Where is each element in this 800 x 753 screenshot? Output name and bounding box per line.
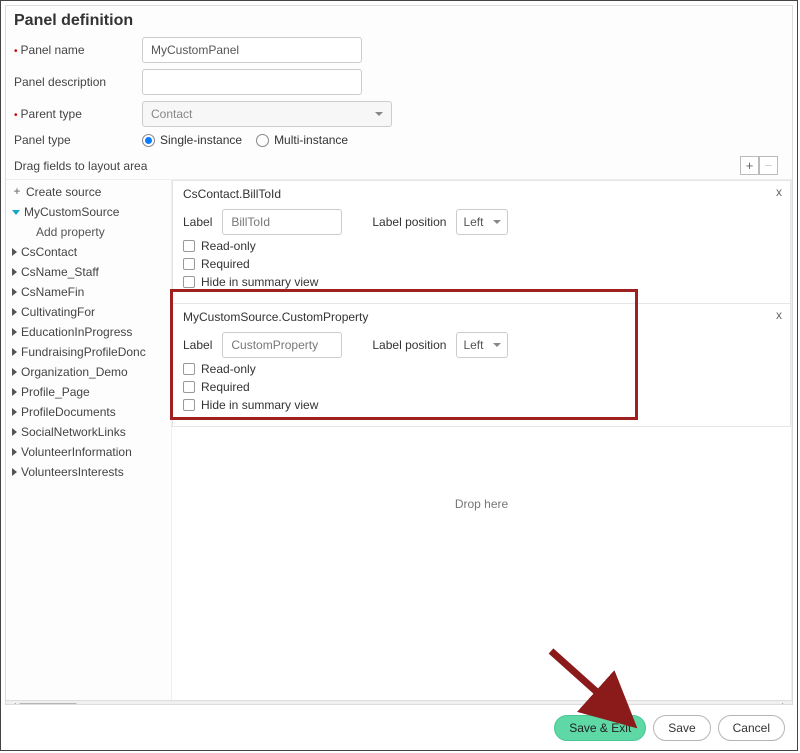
label-position-caption: Label position bbox=[372, 338, 446, 352]
label-caption: Label bbox=[183, 338, 212, 352]
label-position-select[interactable]: Left bbox=[456, 209, 508, 235]
radio-single-label: Single-instance bbox=[160, 133, 242, 147]
add-property-button[interactable]: Add property bbox=[6, 222, 171, 242]
required-checkbox[interactable]: Required bbox=[183, 380, 780, 394]
caret-right-icon bbox=[12, 388, 17, 396]
hide-summary-checkbox[interactable]: Hide in summary view bbox=[183, 398, 780, 412]
tree-item[interactable]: CultivatingFor bbox=[6, 302, 171, 322]
caret-right-icon bbox=[12, 348, 17, 356]
tree-item[interactable]: Profile_Page bbox=[6, 382, 171, 402]
caret-right-icon bbox=[12, 428, 17, 436]
caret-right-icon bbox=[12, 408, 17, 416]
readonly-checkbox[interactable]: Read-only bbox=[183, 362, 780, 376]
tree-item[interactable]: ProfileDocuments bbox=[6, 402, 171, 422]
tree-item[interactable]: CsNameFin bbox=[6, 282, 171, 302]
page-title: Panel definition bbox=[6, 6, 792, 34]
radio-single-instance[interactable]: Single-instance bbox=[142, 133, 242, 147]
field-title: CsContact.BillToId bbox=[183, 187, 780, 206]
add-column-button[interactable]: + bbox=[740, 156, 759, 175]
field-card[interactable]: x CsContact.BillToId Label Label positio… bbox=[172, 180, 791, 304]
parent-type-select[interactable]: Contact bbox=[142, 101, 392, 127]
radio-multi-label: Multi-instance bbox=[274, 133, 348, 147]
cancel-button[interactable]: Cancel bbox=[718, 715, 785, 741]
tree-item-mycustomsource[interactable]: MyCustomSource bbox=[6, 202, 171, 222]
scroll-right-icon[interactable]: ► bbox=[778, 701, 792, 706]
save-button[interactable]: Save bbox=[653, 715, 710, 741]
remove-field-button[interactable]: x bbox=[776, 308, 782, 322]
parent-type-label: Parent type bbox=[14, 107, 142, 121]
tree-item[interactable]: VolunteerInformation bbox=[6, 442, 171, 462]
caret-right-icon bbox=[12, 328, 17, 336]
horizontal-scrollbar[interactable]: ◄ ► bbox=[6, 700, 792, 705]
tree-item[interactable]: EducationInProgress bbox=[6, 322, 171, 342]
radio-multi-instance[interactable]: Multi-instance bbox=[256, 133, 348, 147]
field-label-input[interactable] bbox=[222, 332, 342, 358]
panel-description-input[interactable] bbox=[142, 69, 362, 95]
plus-icon: + bbox=[12, 187, 22, 197]
tree-item[interactable]: CsName_Staff bbox=[6, 262, 171, 282]
drop-here-zone[interactable]: Drop here bbox=[172, 427, 791, 631]
hide-summary-checkbox[interactable]: Hide in summary view bbox=[183, 275, 780, 289]
readonly-checkbox[interactable]: Read-only bbox=[183, 239, 780, 253]
field-label-input[interactable] bbox=[222, 209, 342, 235]
field-title: MyCustomSource.CustomProperty bbox=[183, 310, 780, 329]
caret-right-icon bbox=[12, 308, 17, 316]
tree-item[interactable]: SocialNetworkLinks bbox=[6, 422, 171, 442]
field-card[interactable]: x MyCustomSource.CustomProperty Label La… bbox=[172, 303, 791, 427]
panel-name-input[interactable] bbox=[142, 37, 362, 63]
tree-item[interactable]: VolunteersInterests bbox=[6, 462, 171, 482]
caret-right-icon bbox=[12, 368, 17, 376]
chevron-down-icon bbox=[493, 220, 501, 224]
tree-item[interactable]: FundraisingProfileDonc bbox=[6, 342, 171, 362]
caret-right-icon bbox=[12, 268, 17, 276]
scrollbar-thumb[interactable] bbox=[18, 703, 78, 706]
remove-column-button[interactable]: − bbox=[759, 156, 778, 175]
caret-right-icon bbox=[12, 468, 17, 476]
create-source-button[interactable]: + Create source bbox=[6, 182, 171, 202]
parent-type-value: Contact bbox=[151, 107, 192, 121]
remove-field-button[interactable]: x bbox=[776, 185, 782, 199]
source-tree: + Create source MyCustomSource Add prope… bbox=[6, 180, 171, 704]
caret-down-icon bbox=[12, 210, 20, 215]
panel-description-label: Panel description bbox=[14, 75, 142, 89]
required-checkbox[interactable]: Required bbox=[183, 257, 780, 271]
panel-name-label: Panel name bbox=[14, 43, 142, 57]
scroll-left-icon[interactable]: ◄ bbox=[6, 701, 20, 706]
caret-right-icon bbox=[12, 288, 17, 296]
caret-right-icon bbox=[12, 448, 17, 456]
chevron-down-icon bbox=[375, 112, 383, 116]
save-exit-button[interactable]: Save & Exit bbox=[554, 715, 646, 741]
panel-type-label: Panel type bbox=[14, 133, 142, 147]
layout-area[interactable]: x CsContact.BillToId Label Label positio… bbox=[171, 180, 792, 704]
tree-item[interactable]: Organization_Demo bbox=[6, 362, 171, 382]
label-position-caption: Label position bbox=[372, 215, 446, 229]
chevron-down-icon bbox=[493, 343, 501, 347]
caret-right-icon bbox=[12, 248, 17, 256]
drag-fields-label: Drag fields to layout area bbox=[14, 159, 147, 173]
label-caption: Label bbox=[183, 215, 212, 229]
tree-item[interactable]: CsContact bbox=[6, 242, 171, 262]
label-position-select[interactable]: Left bbox=[456, 332, 508, 358]
